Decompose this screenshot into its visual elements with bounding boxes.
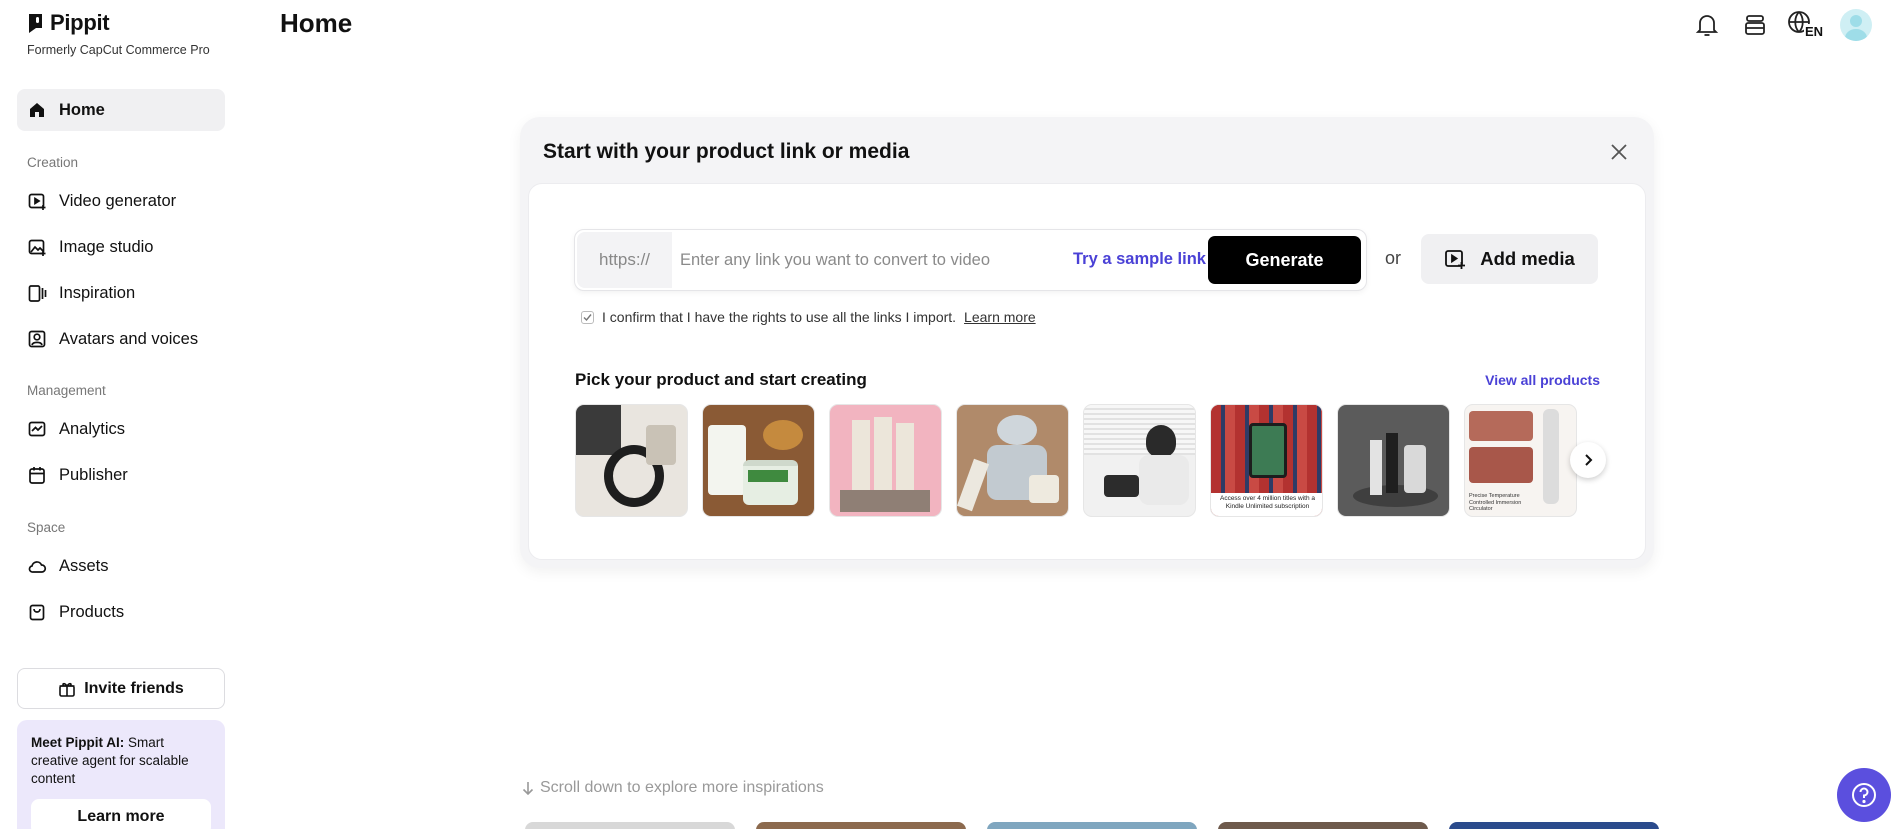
promo-learn-more-button[interactable]: Learn more <box>31 799 211 829</box>
inspiration-card-peek <box>1218 822 1428 829</box>
sidebar-item-label: Assets <box>59 556 109 575</box>
sidebar-item-video-generator[interactable]: Video generator <box>17 180 225 222</box>
video-plus-icon <box>27 191 47 211</box>
pick-product-title: Pick your product and start creating <box>575 370 867 389</box>
card-body: https:// Try a sample link Generate or A… <box>528 183 1646 560</box>
url-prefix: https:// <box>577 232 672 288</box>
invite-friends-label: Invite friends <box>84 679 184 697</box>
pippit-ai-promo: Meet Pippit AI: Smart creative agent for… <box>17 720 225 829</box>
stack-icon <box>1745 15 1765 35</box>
avatar-icon <box>27 329 47 349</box>
inspiration-card-peek <box>525 822 735 829</box>
chevron-right-icon <box>1585 454 1593 466</box>
inspiration-card-peek <box>1449 822 1659 829</box>
brand-subtitle: Formerly CapCut Commerce Pro <box>27 43 210 57</box>
inspiration-card-peek <box>987 822 1197 829</box>
bell-icon <box>1695 15 1719 36</box>
product-thumb-stone-cream[interactable] <box>956 404 1069 517</box>
inspiration-icon <box>27 283 47 303</box>
user-avatar[interactable] <box>1840 9 1872 41</box>
or-separator: or <box>1385 248 1402 268</box>
sidebar-item-label: Image studio <box>59 237 154 256</box>
learn-more-link[interactable]: Learn more <box>964 309 1036 325</box>
kindle-caption: Access over 4 million titles with a Kind… <box>1219 495 1315 510</box>
generate-button[interactable]: Generate <box>1208 236 1361 284</box>
product-thumb-bottles[interactable] <box>1337 404 1450 517</box>
product-thumb-kindle[interactable]: Access over 4 million titles with a Kind… <box>1210 404 1323 517</box>
help-button[interactable] <box>1837 768 1891 822</box>
product-link-card: Start with your product link or media ht… <box>520 117 1654 568</box>
sidebar-item-label: Products <box>59 602 125 621</box>
notifications-button[interactable] <box>1690 9 1724 41</box>
sidebar-item-label: Analytics <box>59 419 126 438</box>
sidebar-item-label: Video generator <box>59 191 177 210</box>
add-media-button[interactable]: Add media <box>1421 234 1598 284</box>
link-input-row: https:// Try a sample link Generate <box>574 229 1367 291</box>
scroll-hint: Scroll down to explore more inspirations <box>522 779 824 797</box>
product-thumb-headphones[interactable] <box>575 404 688 517</box>
rights-text: I confirm that I have the rights to use … <box>602 309 957 325</box>
product-thumb-skincare[interactable] <box>702 404 815 517</box>
page-title: Home <box>280 8 353 38</box>
scroll-hint-text: Scroll down to explore more inspirations <box>540 779 824 796</box>
sidebar-item-label: Inspiration <box>59 283 136 302</box>
brand-name: Pippit <box>50 10 110 35</box>
product-link-input[interactable] <box>680 244 1060 276</box>
bag-icon <box>27 602 47 622</box>
inbox-button[interactable] <box>1738 9 1772 41</box>
sidebar-item-assets[interactable]: Assets <box>17 545 225 587</box>
header-actions: EN <box>1690 9 1872 41</box>
section-label-space: Space <box>27 520 66 535</box>
promo-text: Meet Pippit AI: Smart creative agent for… <box>31 734 211 788</box>
sidebar-item-publisher[interactable]: Publisher <box>17 454 225 496</box>
inspiration-card-peek <box>756 822 966 829</box>
language-button[interactable]: EN <box>1786 9 1826 41</box>
rights-checkbox[interactable] <box>581 310 594 324</box>
gift-icon <box>59 682 76 697</box>
sidebar-item-label: Home <box>59 100 105 119</box>
invite-friends-button[interactable]: Invite friends <box>17 668 225 709</box>
carousel-next-button[interactable] <box>1570 442 1606 478</box>
try-sample-link[interactable]: Try a sample link <box>1073 250 1206 269</box>
check-icon <box>583 313 592 321</box>
section-label-creation: Creation <box>27 155 79 170</box>
pippit-logo-icon <box>29 13 42 33</box>
language-code: EN <box>1803 23 1825 39</box>
product-carousel: Access over 4 million titles with a Kind… <box>575 404 1601 517</box>
product-thumb-sous-vide[interactable]: Precise Temperature Controlled Immersion… <box>1464 404 1577 517</box>
sidebar-item-label: Publisher <box>59 465 128 484</box>
sidebar-item-label: Avatars and voices <box>59 329 199 348</box>
product-thumb-pink-tubes[interactable] <box>829 404 942 517</box>
chart-icon <box>27 419 47 439</box>
add-media-label: Add media <box>1480 248 1575 269</box>
home-icon <box>27 100 47 120</box>
card-title: Start with your product link or media <box>543 140 910 163</box>
sidebar-item-avatars-and-voices[interactable]: Avatars and voices <box>17 318 225 360</box>
help-icon <box>1852 783 1876 807</box>
sidebar-item-inspiration[interactable]: Inspiration <box>17 272 225 314</box>
pippit-logo[interactable]: Pippit <box>27 10 110 36</box>
product-thumb-phone-desk[interactable] <box>1083 404 1196 517</box>
sidebar-item-analytics[interactable]: Analytics <box>17 408 225 450</box>
sidebar-item-products[interactable]: Products <box>17 591 225 633</box>
cloud-icon <box>27 556 47 576</box>
calendar-icon <box>27 465 47 485</box>
media-plus-icon <box>1445 250 1466 269</box>
image-plus-icon <box>27 237 47 257</box>
sidebar-item-home[interactable]: Home <box>17 89 225 131</box>
close-icon[interactable] <box>1608 141 1630 163</box>
rights-confirmation: I confirm that I have the rights to use … <box>581 309 1036 325</box>
view-all-products-link[interactable]: View all products <box>1485 372 1600 388</box>
sidebar: Pippit Formerly CapCut Commerce Pro Home… <box>0 0 240 829</box>
promo-title: Meet Pippit AI: <box>31 735 125 750</box>
sidebar-item-image-studio[interactable]: Image studio <box>17 226 225 268</box>
arrow-down-icon <box>522 782 534 795</box>
sous-vide-caption: Precise Temperature Controlled Immersion… <box>1469 493 1522 512</box>
section-label-management: Management <box>27 383 106 398</box>
